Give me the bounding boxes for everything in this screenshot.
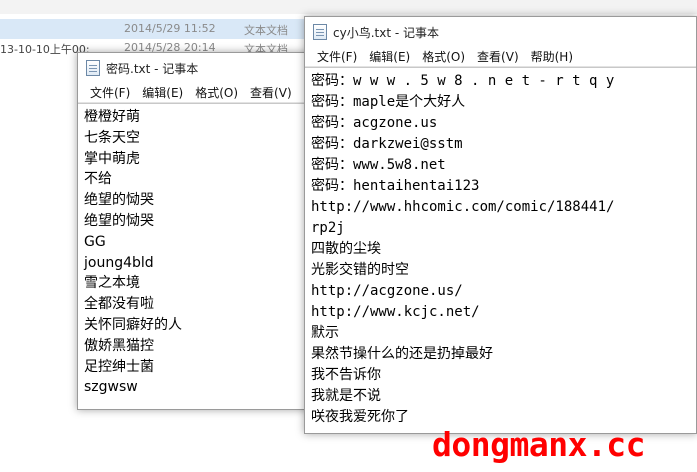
text-line: 密码：maple是个大好人 [311,94,466,110]
text-line: 关怀同癖好的人 [84,316,182,333]
text-line: 足控绅士菌 [84,358,154,375]
text-line: 密码：acgzone.us [311,115,438,131]
text-line: szgwsw [84,379,138,396]
text-line: 掌中萌虎 [84,150,140,167]
text-line: 绝望的恸哭 [84,192,154,209]
text-line: GG [84,233,106,250]
text-line: 雪之本境 [84,275,140,292]
text-line: 密码：w w w . 5 w 8 . n e t - r t q y [311,73,615,89]
title-bar[interactable]: 密码.txt - 记事本 [78,53,316,83]
file-type: 文本文档 [244,24,288,37]
text-line: 我就是不说 [311,388,381,404]
menu-bar: 文件(F) 编辑(E) 格式(O) 查看(V) 帮 [78,83,316,103]
title-bar[interactable]: cy小鸟.txt - 记事本 [305,17,696,47]
menu-file[interactable]: 文件(F) [311,48,363,65]
text-line: joung4bld [84,254,154,271]
text-line: http://acgzone.us/ [311,283,463,299]
menu-file[interactable]: 文件(F) [84,84,136,101]
notepad-icon [313,24,327,40]
text-editor-area[interactable]: 密码：w w w . 5 w 8 . n e t - r t q y 密码：ma… [305,67,696,433]
menu-view[interactable]: 查看(V) [471,48,525,65]
file-date: 2014/5/29 11:52 [124,22,216,35]
text-line: 四散的尘埃 [311,241,381,257]
watermark-text: dongmanx.cc [432,425,646,464]
menu-edit[interactable]: 编辑(E) [363,48,416,65]
text-line: 默示 [311,325,339,341]
window-title: 密码.txt - 记事本 [106,61,199,76]
menu-bar: 文件(F) 编辑(E) 格式(O) 查看(V) 帮助(H) [305,47,696,67]
window-title: cy小鸟.txt - 记事本 [333,25,439,40]
text-line: 密码：hentaihentai123 [311,178,480,194]
text-line: 七条天空 [84,129,140,146]
menu-format[interactable]: 格式(O) [416,48,471,65]
text-line: 果然节操什么的还是扔掉最好 [311,346,493,362]
menu-edit[interactable]: 编辑(E) [136,84,189,101]
text-line: rp2j [311,220,345,236]
text-line: 傲娇黑猫控 [84,337,154,354]
text-line: 全都没有啦 [84,296,154,313]
text-line: 光影交错的时空 [311,262,409,278]
text-editor-area[interactable]: 橙橙好萌 七条天空 掌中萌虎 不给 绝望的恸哭 绝望的恸哭 GG joung4b… [78,103,316,405]
notepad-icon [86,60,100,76]
text-line: 我不告诉你 [311,367,381,383]
text-line: http://www.hhcomic.com/comic/188441/ [311,199,615,215]
text-line: 密码：darkzwei@sstm [311,136,463,152]
text-line: http://www.kcjc.net/ [311,304,480,320]
menu-help[interactable]: 帮助(H) [525,48,579,65]
menu-format[interactable]: 格式(O) [189,84,244,101]
menu-view[interactable]: 查看(V) [244,84,298,101]
notepad-window-cy[interactable]: cy小鸟.txt - 记事本 文件(F) 编辑(E) 格式(O) 查看(V) 帮… [304,16,697,434]
notepad-window-passwords[interactable]: 密码.txt - 记事本 文件(F) 编辑(E) 格式(O) 查看(V) 帮 橙… [77,52,317,410]
text-line: 绝望的恸哭 [84,212,154,229]
explorer-header-row [0,0,697,14]
text-line: 密码：www.5w8.net [311,157,446,173]
text-line: 橙橙好萌 [84,109,140,125]
text-line: 不给 [84,171,112,188]
